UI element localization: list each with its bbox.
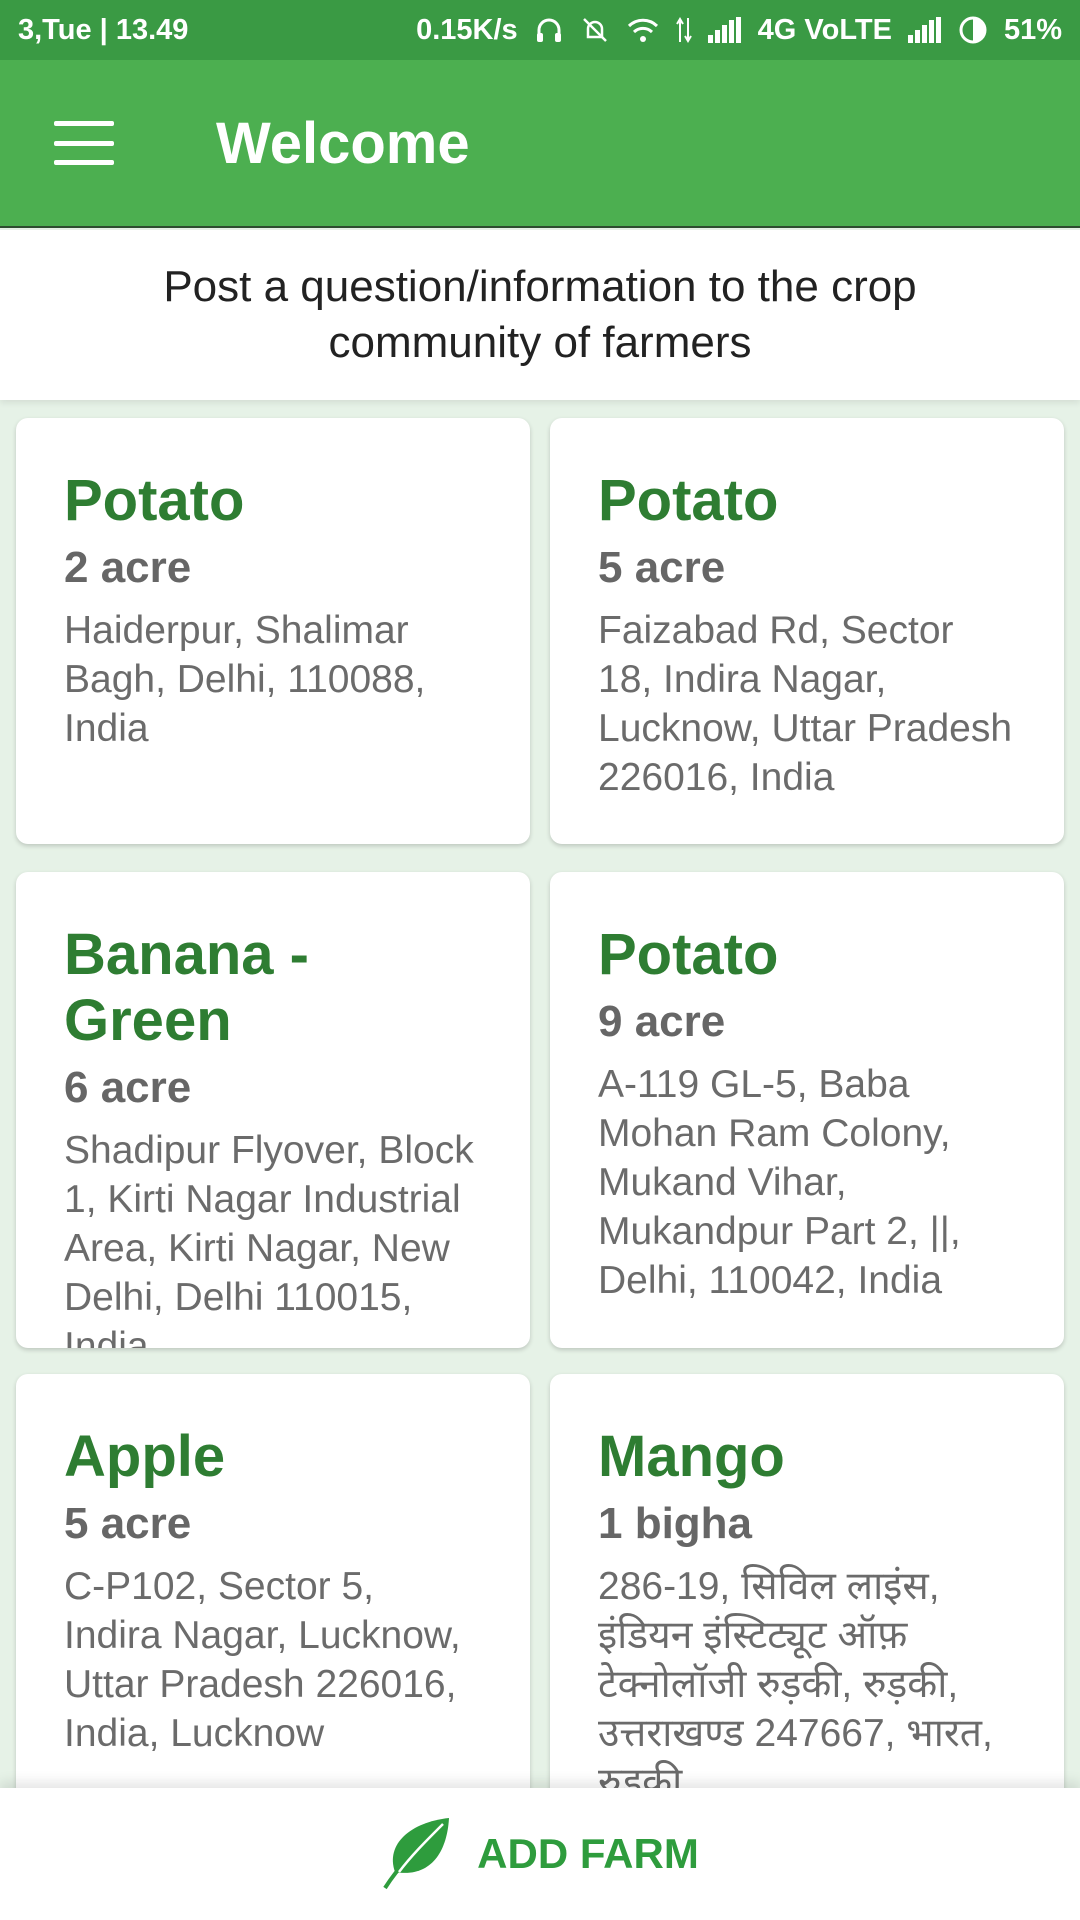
farm-address: 286-19, सिविल लाइंस, इंडियन इंस्टिट्यूट … xyxy=(598,1565,993,1804)
battery-level: 51% xyxy=(1003,13,1062,46)
battery-icon xyxy=(958,15,988,45)
farm-card[interactable]: Potato 2 acre Haiderpur, Shalimar Bagh, … xyxy=(16,418,530,844)
signal-icon-2 xyxy=(907,17,942,43)
farm-area: 5 acre xyxy=(64,1499,192,1548)
farm-area: 1 bigha xyxy=(598,1499,753,1548)
net-speed: 0.15K/s xyxy=(416,13,518,46)
farm-crop: Potato xyxy=(598,922,779,987)
farm-crop: Banana - Green xyxy=(64,922,309,1053)
farm-area: 5 acre xyxy=(598,543,726,592)
farm-card[interactable]: Potato 5 acre Faizabad Rd, Sector 18, In… xyxy=(550,418,1064,844)
post-question-prompt[interactable]: Post a question/information to the crop … xyxy=(0,230,1080,400)
headphones-icon xyxy=(534,15,564,45)
farm-area: 9 acre xyxy=(598,997,726,1046)
data-transfer-icon xyxy=(675,16,692,44)
app-bar: Welcome xyxy=(0,60,1080,228)
farm-crop: Potato xyxy=(64,468,245,533)
farm-address: Faizabad Rd, Sector 18, Indira Nagar, Lu… xyxy=(598,609,1013,799)
farm-address: A-119 GL-5, Baba Mohan Ram Colony, Mukan… xyxy=(598,1063,961,1302)
signal-icon xyxy=(707,17,742,43)
farm-address: Haiderpur, Shalimar Bagh, Delhi, 110088,… xyxy=(64,609,426,750)
page-title: Welcome xyxy=(216,110,470,176)
network-type: 4G VoLTE xyxy=(757,13,892,46)
farm-crop: Apple xyxy=(64,1424,226,1489)
farm-address: Shadipur Flyover, Block 1, Kirti Nagar I… xyxy=(64,1129,474,1348)
farm-crop: Mango xyxy=(598,1424,785,1489)
farm-area: 2 acre xyxy=(64,543,192,592)
wifi-icon xyxy=(626,15,660,45)
leaf-icon xyxy=(381,1814,453,1895)
status-indicators: 0.15K/s 4G VoLTE 51% xyxy=(416,14,1062,47)
farm-card[interactable]: Potato 9 acre A-119 GL-5, Baba Mohan Ram… xyxy=(550,872,1064,1348)
farm-card[interactable]: Apple 5 acre C-P102, Sector 5, Indira Na… xyxy=(16,1374,530,1850)
status-bar: 3,Tue | 13.49 0.15K/s 4G VoLTE 51% xyxy=(0,0,1080,60)
farm-crop: Potato xyxy=(598,468,779,533)
add-farm-button[interactable]: ADD FARM xyxy=(0,1788,1080,1920)
farm-card[interactable]: Mango 1 bigha 286-19, सिविल लाइंस, इंडिय… xyxy=(550,1374,1064,1850)
farm-address: C-P102, Sector 5, Indira Nagar, Lucknow,… xyxy=(64,1565,461,1755)
muted-bell-icon xyxy=(580,15,610,45)
farm-card[interactable]: Banana - Green 6 acre Shadipur Flyover, … xyxy=(16,872,530,1348)
hamburger-menu-icon[interactable] xyxy=(54,121,114,165)
status-time: 3,Tue | 13.49 xyxy=(18,13,189,46)
farm-area: 6 acre xyxy=(64,1063,192,1112)
add-farm-label: ADD FARM xyxy=(477,1830,699,1877)
